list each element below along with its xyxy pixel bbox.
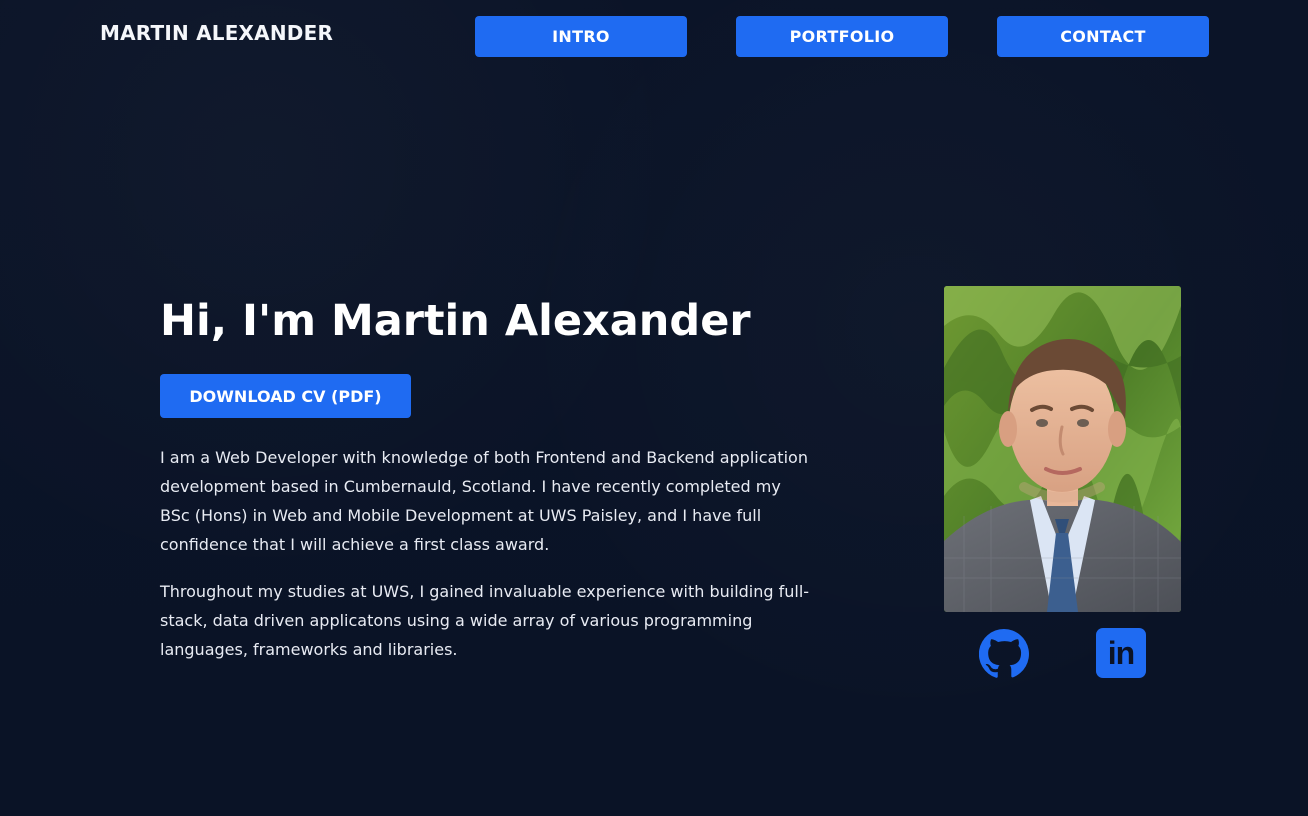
site-brand[interactable]: MARTIN ALEXANDER (100, 23, 333, 43)
github-link[interactable] (978, 627, 1030, 679)
nav-contact-button[interactable]: CONTACT (997, 16, 1209, 57)
nav-intro-button[interactable]: INTRO (475, 16, 687, 57)
intro-paragraph-1: I am a Web Developer with knowledge of b… (160, 448, 808, 554)
nav-portfolio-button[interactable]: PORTFOLIO (736, 16, 948, 57)
download-cv-button[interactable]: DOWNLOAD CV (PDF) (160, 374, 411, 418)
github-icon (979, 629, 1029, 678)
profile-photo (944, 286, 1181, 612)
linkedin-icon: in (1096, 628, 1146, 678)
linkedin-link[interactable]: in (1095, 627, 1147, 679)
hero-title: Hi, I'm Martin Alexander (160, 296, 751, 346)
linkedin-icon-text: in (1107, 635, 1135, 671)
intro-paragraph-2: Throughout my studies at UWS, I gained i… (160, 582, 810, 659)
